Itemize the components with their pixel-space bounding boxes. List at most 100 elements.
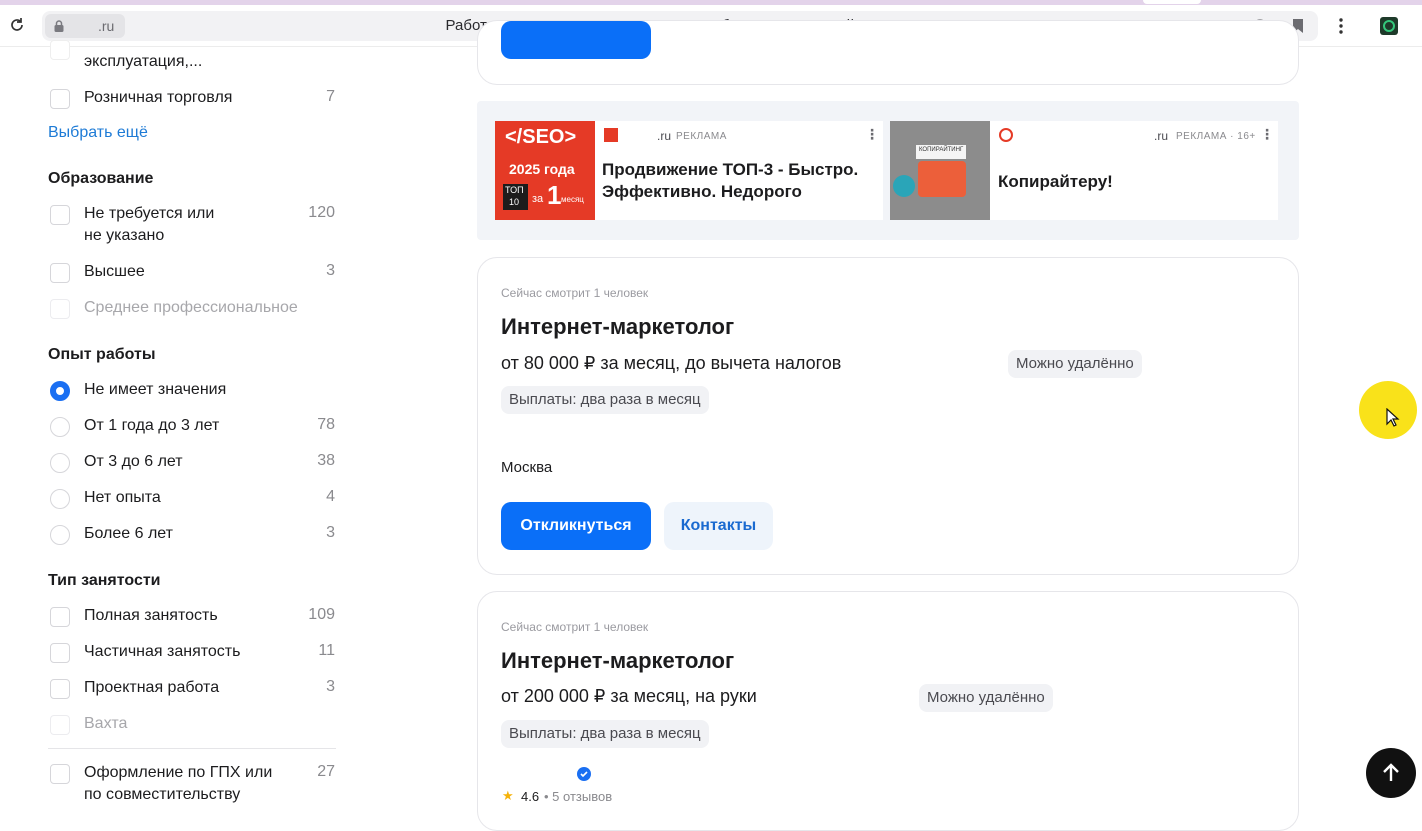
typewriter-icon bbox=[918, 161, 966, 197]
vacancy-title[interactable]: Интернет-маркетолог bbox=[501, 648, 734, 674]
show-more-link[interactable]: Выбрать ещё bbox=[48, 124, 148, 142]
ad-menu-icon[interactable]: ⋮ bbox=[865, 126, 879, 143]
reviews-label: 5 отзывов bbox=[552, 789, 613, 804]
reviews-count[interactable]: • 5 отзывов bbox=[544, 789, 612, 804]
respond-button[interactable]: Откликнуться bbox=[501, 502, 651, 550]
ad-menu-icon[interactable]: ⋮ bbox=[1260, 126, 1274, 143]
filter-label: Не требуется или bbox=[84, 205, 215, 222]
scroll-to-top-button[interactable] bbox=[1366, 748, 1416, 798]
filter-label: эксплуатация,... bbox=[84, 53, 203, 70]
filter-count: 27 bbox=[317, 763, 335, 780]
ad-image-text: КОПИРАЙТИНГ bbox=[919, 147, 964, 153]
vacancy-salary: от 200 000 ₽ за месяц, на руки bbox=[501, 686, 757, 706]
cup-icon bbox=[893, 175, 915, 197]
filter-label-line2: по совместительству bbox=[84, 786, 241, 803]
ad-seo[interactable]: </SEO> 2025 года ТОП 10 за 1 месяц .ru Р… bbox=[495, 121, 883, 220]
star-icon: ★ bbox=[502, 788, 514, 803]
filter-count: 7 bbox=[326, 88, 335, 105]
filter-count: 78 bbox=[317, 416, 335, 433]
ad-label: РЕКЛАМА · 16+ bbox=[1176, 131, 1256, 142]
reload-icon[interactable] bbox=[8, 16, 26, 34]
ad-favicon bbox=[999, 128, 1013, 142]
viewing-now: Сейчас смотрит 1 человек bbox=[501, 620, 649, 634]
mouse-cursor-icon bbox=[1386, 408, 1400, 427]
vacancy-salary: от 80 000 ₽ за месяц, до вычета налогов bbox=[501, 353, 842, 373]
ad-title[interactable]: Продвижение ТОП-3 - Быстро. Эффективно. … bbox=[602, 159, 880, 203]
ad-domain: .ru bbox=[1154, 129, 1169, 143]
ad-image-text: месяц bbox=[561, 195, 584, 204]
filter-label: Оформление по ГПХ или bbox=[84, 764, 273, 781]
ad-image-text: </SEO> bbox=[505, 126, 577, 148]
filter-label: Частичная занятость bbox=[84, 643, 241, 660]
domain-text: .ru bbox=[98, 18, 115, 34]
vacancy-card[interactable]: Сейчас смотрит 1 человек Интернет-маркет… bbox=[477, 257, 1299, 575]
checkbox-higher[interactable] bbox=[50, 263, 70, 283]
arrow-up-icon bbox=[1383, 763, 1399, 781]
filter-label: Вахта bbox=[84, 715, 128, 732]
ad-image: </SEO> 2025 года ТОП 10 за 1 месяц bbox=[495, 121, 595, 220]
checkbox-part-time[interactable] bbox=[50, 643, 70, 663]
vacancy-title[interactable]: Интернет-маркетолог bbox=[501, 314, 734, 340]
filter-label: Проектная работа bbox=[84, 679, 220, 696]
ad-block: </SEO> 2025 года ТОП 10 за 1 месяц .ru Р… bbox=[477, 101, 1299, 240]
filter-label: Среднее профессиональное bbox=[84, 299, 298, 316]
verified-icon bbox=[577, 767, 591, 781]
filter-label: Полная занятость bbox=[84, 607, 218, 624]
viewing-now: Сейчас смотрит 1 человек bbox=[501, 286, 649, 300]
rating-value: 4.6 bbox=[521, 789, 540, 804]
checkbox[interactable] bbox=[50, 40, 70, 60]
radio-1-3-years[interactable] bbox=[50, 417, 70, 437]
ad-copywriter[interactable]: КОПИРАЙТИНГ .ru РЕКЛАМА · 16+ ⋮ Копирайт… bbox=[890, 121, 1278, 220]
vacancy-card-previous bbox=[477, 20, 1299, 85]
ad-image-typewriter: КОПИРАЙТИНГ bbox=[890, 121, 990, 220]
remote-tag: Можно удалённо bbox=[1008, 350, 1142, 378]
ad-domain: .ru bbox=[657, 129, 672, 143]
respond-button[interactable] bbox=[501, 21, 651, 59]
filter-count: 3 bbox=[326, 678, 335, 695]
ad-favicon bbox=[604, 128, 618, 142]
ad-image-text: ТОП bbox=[505, 185, 524, 195]
filter-label: От 3 до 6 лет bbox=[84, 453, 183, 470]
vacancy-city: Москва bbox=[501, 459, 553, 476]
extension-icon[interactable] bbox=[1379, 16, 1399, 36]
section-title-experience: Опыт работы bbox=[48, 346, 156, 363]
active-tab-marker[interactable] bbox=[1143, 0, 1201, 4]
filter-count: 3 bbox=[326, 262, 335, 279]
checkbox-retail[interactable] bbox=[50, 89, 70, 109]
ad-title[interactable]: Копирайтеру! bbox=[998, 171, 1113, 193]
filter-label: От 1 года до 3 лет bbox=[84, 417, 220, 434]
ad-image-text: 2025 года bbox=[509, 161, 575, 177]
filter-count: 3 bbox=[326, 524, 335, 541]
checkbox-gph[interactable] bbox=[50, 764, 70, 784]
vacancy-card[interactable]: Сейчас смотрит 1 человек Интернет-маркет… bbox=[477, 591, 1299, 831]
checkbox-project[interactable] bbox=[50, 679, 70, 699]
filter-label: Нет опыта bbox=[84, 489, 161, 506]
ad-image-text: за bbox=[532, 193, 544, 205]
radio-no-experience[interactable] bbox=[50, 489, 70, 509]
ad-image-text: 10 bbox=[509, 197, 520, 207]
contacts-button[interactable]: Контакты bbox=[664, 502, 773, 550]
filter-label: Не имеет значения bbox=[84, 381, 227, 398]
ad-image-text: 1 bbox=[547, 180, 562, 210]
filter-label-line2: не указано bbox=[84, 227, 165, 244]
ad-label: РЕКЛАМА bbox=[676, 131, 727, 142]
checkbox-secondary[interactable] bbox=[50, 299, 70, 319]
checkbox-no-education[interactable] bbox=[50, 205, 70, 225]
filter-label: Розничная торговля bbox=[84, 89, 233, 106]
divider bbox=[48, 748, 336, 749]
filter-label: Более 6 лет bbox=[84, 525, 173, 542]
section-title-employment: Тип занятости bbox=[48, 572, 161, 589]
checkbox-shift[interactable] bbox=[50, 715, 70, 735]
filter-label: Высшее bbox=[84, 263, 145, 280]
filter-count: 38 bbox=[317, 452, 335, 469]
lock-icon bbox=[54, 20, 64, 32]
radio-over-6-years[interactable] bbox=[50, 525, 70, 545]
more-icon[interactable] bbox=[1331, 16, 1351, 36]
checkbox-full-time[interactable] bbox=[50, 607, 70, 627]
filters-sidebar: эксплуатация,... Розничная торговля 7 Вы… bbox=[0, 40, 400, 803]
radio-3-6-years[interactable] bbox=[50, 453, 70, 473]
filter-count: 4 bbox=[326, 488, 335, 505]
filter-count: 11 bbox=[318, 642, 335, 659]
radio-any-experience[interactable] bbox=[50, 381, 70, 401]
payments-tag: Выплаты: два раза в месяц bbox=[501, 720, 709, 748]
